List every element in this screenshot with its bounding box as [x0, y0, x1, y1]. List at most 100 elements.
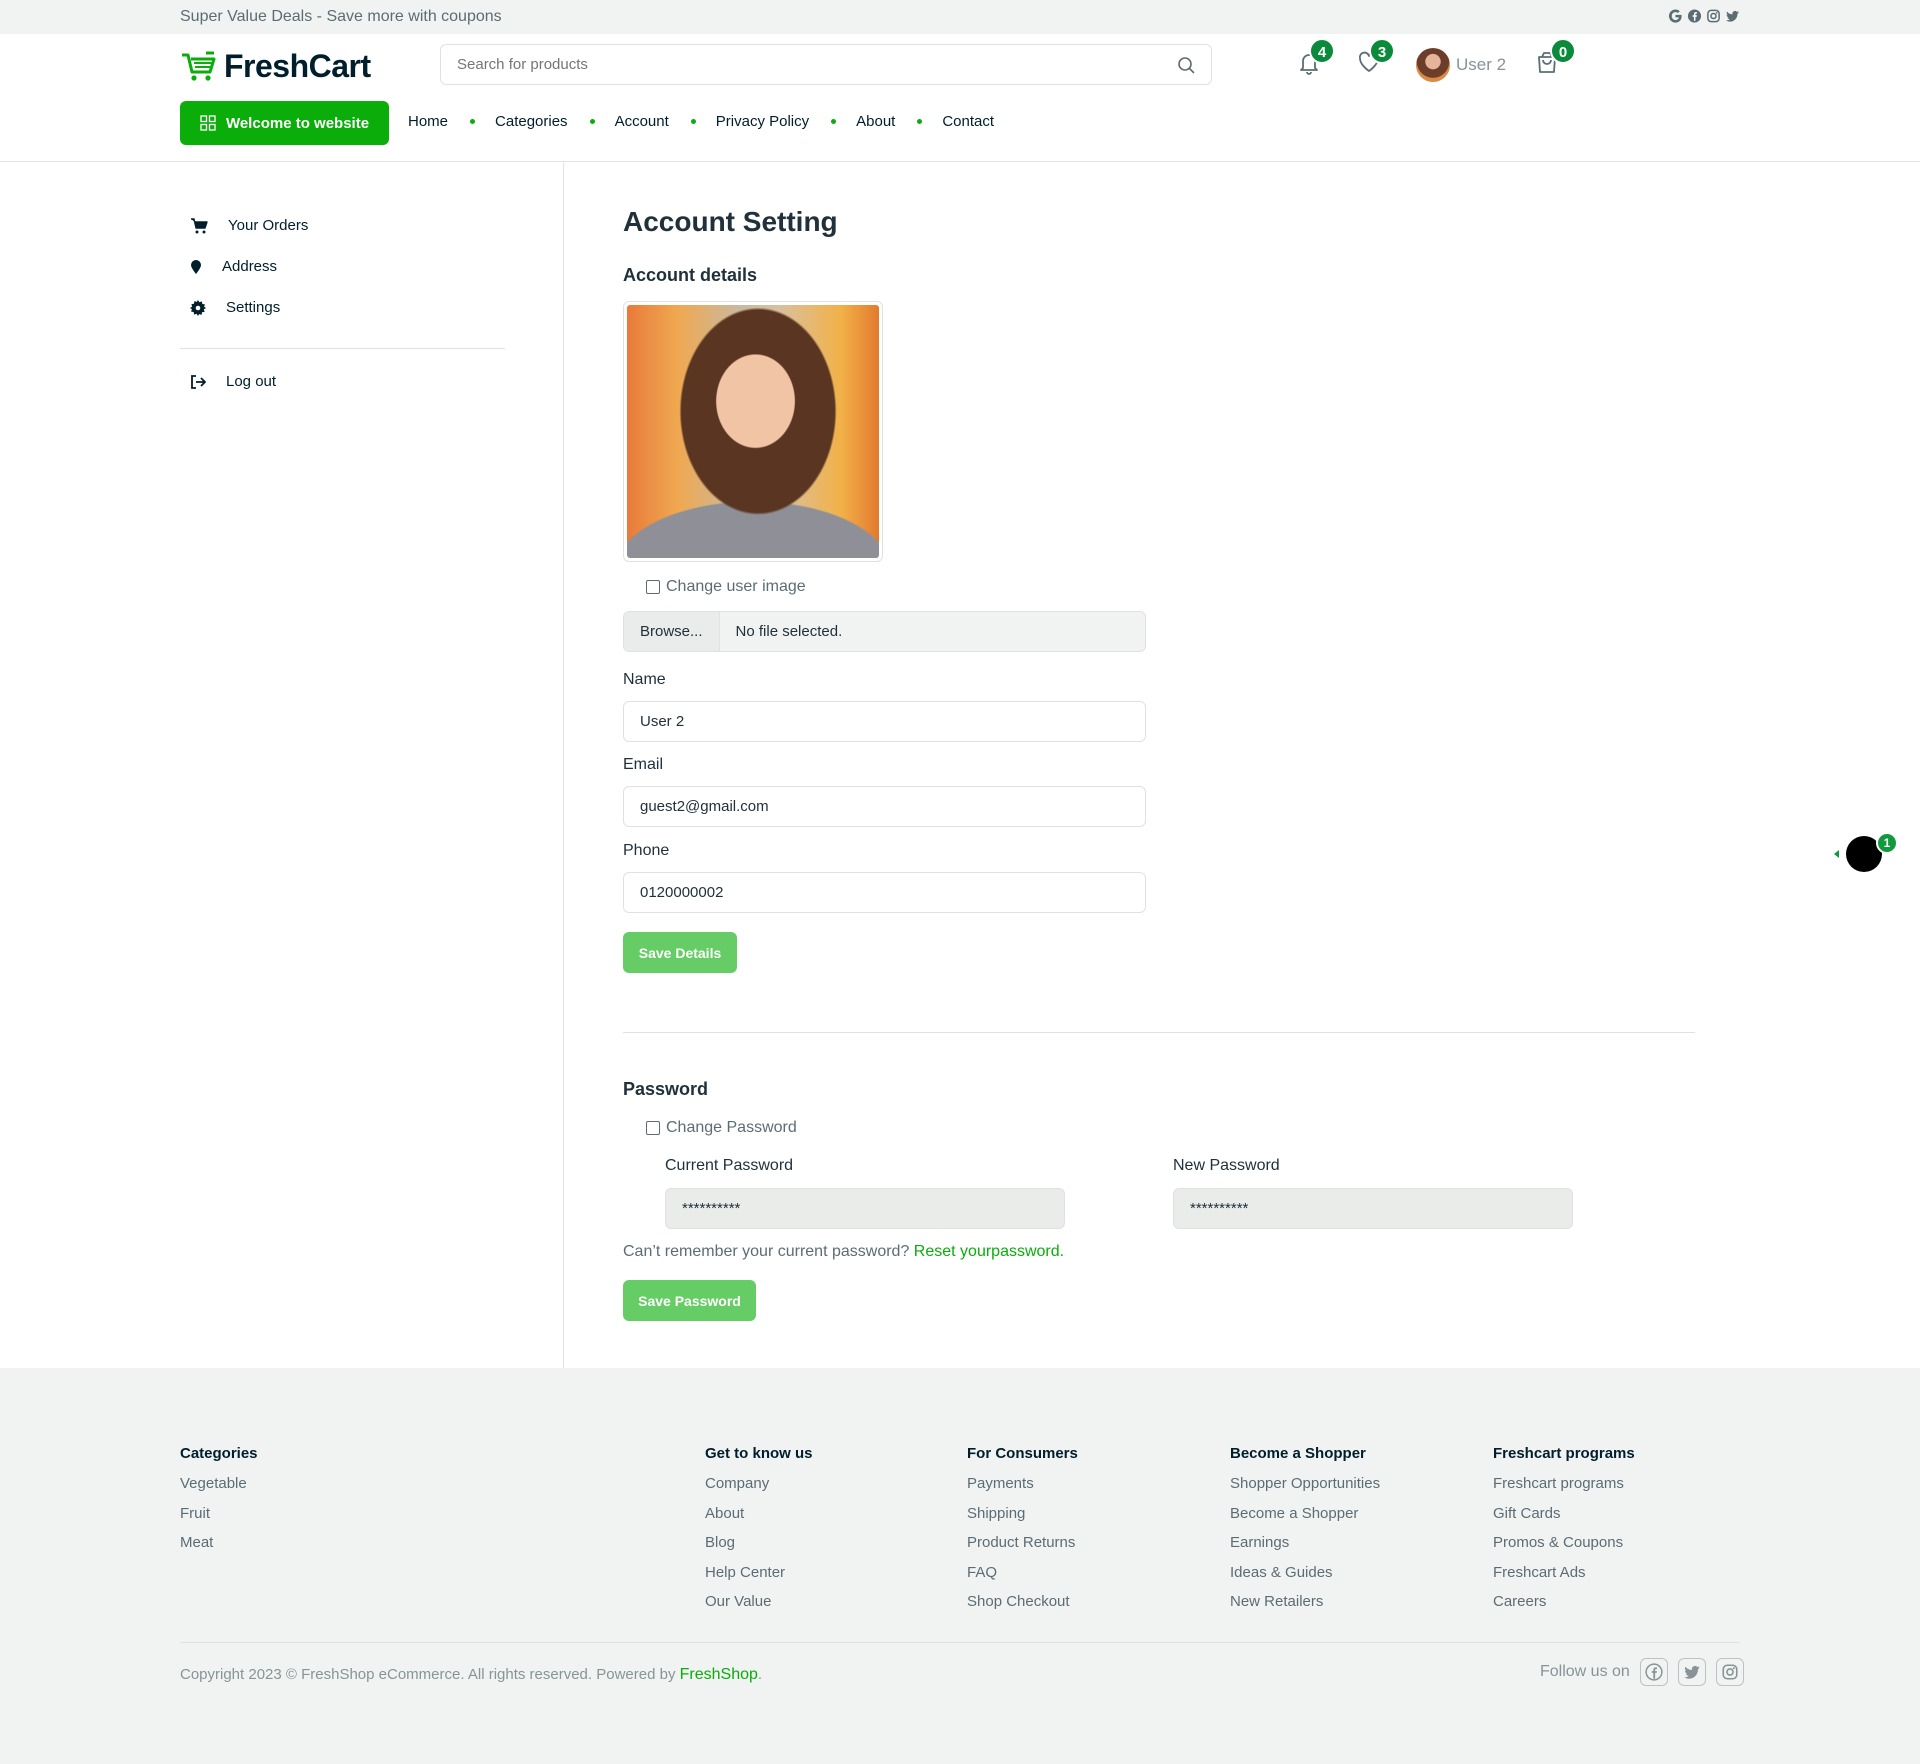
twitter-icon[interactable] [1725, 8, 1740, 24]
password-title: Password [623, 1079, 709, 1099]
facebook-icon[interactable] [1687, 8, 1702, 24]
nav-categories[interactable]: Categories [495, 113, 568, 130]
footer-heading: Become a Shopper [1230, 1445, 1366, 1462]
nav-separator-dot [917, 119, 923, 124]
footer-link[interactable]: Payments [967, 1475, 1078, 1505]
footer-link[interactable]: Blog [705, 1534, 813, 1564]
nav-contact[interactable]: Contact [942, 113, 994, 130]
footer-link[interactable]: Ideas & Guides [1230, 1564, 1380, 1594]
account-sidebar: Your Orders Address Settings Log out [0, 162, 564, 1368]
instagram-icon[interactable] [1706, 8, 1721, 24]
footer-link[interactable]: Shipping [967, 1505, 1078, 1535]
new-password-label: New Password [1173, 1157, 1280, 1174]
footer-link[interactable]: Freshcart programs [1493, 1475, 1635, 1505]
save-details-button[interactable]: Save Details [623, 932, 737, 973]
checkbox-box[interactable] [646, 1121, 660, 1135]
sidebar-item-address[interactable]: Address [190, 258, 277, 275]
sidebar-item-label: Log out [226, 373, 277, 390]
current-password-field[interactable]: ********** [665, 1188, 1065, 1229]
nav-privacy-policy[interactable]: Privacy Policy [716, 113, 809, 130]
sidebar-item-settings[interactable]: Settings [190, 299, 280, 316]
footer-link[interactable]: Careers [1493, 1593, 1635, 1623]
file-input[interactable]: Browse... No file selected. [623, 611, 1146, 652]
footer-link[interactable]: Vegetable [180, 1475, 258, 1505]
footer-link[interactable]: Gift Cards [1493, 1505, 1635, 1535]
name-field[interactable]: User 2 [623, 701, 1146, 742]
footer: Categories Vegetable Fruit Meat Get to k… [0, 1368, 1920, 1764]
footer-link[interactable]: Our Value [705, 1593, 813, 1623]
top-socials [1668, 8, 1740, 24]
name-label: Name [623, 671, 666, 688]
footer-link[interactable]: Meat [180, 1534, 258, 1564]
footer-divider [180, 1642, 1740, 1643]
user-menu[interactable]: User 2 [1416, 48, 1506, 82]
search-input[interactable] [457, 45, 1157, 84]
user-photo [623, 301, 883, 562]
footer-heading: For Consumers [967, 1445, 1078, 1462]
file-status: No file selected. [735, 623, 843, 640]
checkbox-box[interactable] [646, 580, 660, 594]
section-divider [623, 1032, 1695, 1033]
reset-password-link[interactable]: Reset yourpassword. [914, 1243, 1064, 1260]
footer-column-shopper: Become a Shopper Shopper Opportunities B… [1230, 1445, 1380, 1623]
cart-icon [191, 217, 208, 233]
notifications-badge: 4 [1309, 38, 1335, 64]
user-photo-image [627, 305, 879, 558]
footer-link[interactable]: Company [705, 1475, 813, 1505]
sidebar-item-logout[interactable]: Log out [190, 373, 276, 390]
footer-link[interactable]: Help Center [705, 1564, 813, 1594]
change-password-checkbox[interactable]: Change Password [646, 1119, 797, 1137]
footer-link[interactable]: Shop Checkout [967, 1593, 1078, 1623]
sidebar-item-orders[interactable]: Your Orders [190, 217, 308, 234]
instagram-icon[interactable] [1715, 1658, 1744, 1686]
phone-field[interactable]: 0120000002 [623, 872, 1146, 913]
main-nav: Home Categories Account Privacy Policy A… [408, 113, 994, 130]
twitter-icon[interactable] [1677, 1658, 1706, 1686]
nav-separator-dot [831, 119, 837, 124]
facebook-icon[interactable] [1639, 1658, 1668, 1686]
phone-label: Phone [623, 842, 670, 859]
google-icon[interactable] [1668, 8, 1683, 24]
notifications-button[interactable]: 4 [1297, 38, 1335, 81]
footer-link[interactable]: New Retailers [1230, 1593, 1380, 1623]
user-name: User 2 [1456, 55, 1507, 74]
browse-button[interactable]: Browse... [624, 612, 720, 651]
footer-link[interactable]: Become a Shopper [1230, 1505, 1380, 1535]
nav-separator-dot [690, 119, 696, 124]
nav-account[interactable]: Account [615, 113, 669, 130]
footer-link[interactable]: Shopper Opportunities [1230, 1475, 1380, 1505]
nav-separator-dot [470, 119, 476, 124]
logout-icon [191, 374, 206, 389]
change-image-checkbox[interactable]: Change user image [646, 578, 806, 596]
footer-link[interactable]: Freshcart Ads [1493, 1564, 1635, 1594]
chat-widget[interactable]: 1 [1834, 832, 1898, 872]
cart-button[interactable]: 0 [1536, 38, 1576, 79]
save-password-button[interactable]: Save Password [623, 1280, 756, 1321]
powered-by-link[interactable]: FreshShop [680, 1666, 758, 1683]
follow-label: Follow us on [1540, 1663, 1630, 1680]
new-password-field[interactable]: ********** [1173, 1188, 1573, 1229]
footer-heading: Categories [180, 1445, 258, 1462]
forgot-password-question: Can’t remember your current password? [623, 1243, 910, 1260]
logo[interactable]: FreshCart [180, 48, 371, 85]
nav-about[interactable]: About [856, 113, 895, 130]
footer-link[interactable]: Product Returns [967, 1534, 1078, 1564]
change-image-label: Change user image [666, 578, 806, 595]
footer-column-get-to-know: Get to know us Company About Blog Help C… [705, 1445, 813, 1623]
wishlist-button[interactable]: 3 [1357, 38, 1395, 79]
footer-link[interactable]: Promos & Coupons [1493, 1534, 1635, 1564]
gear-icon [190, 299, 206, 316]
footer-link[interactable]: Earnings [1230, 1534, 1380, 1564]
sidebar-item-label: Address [222, 258, 278, 275]
footer-link[interactable]: Fruit [180, 1505, 258, 1535]
welcome-button[interactable]: Welcome to website [180, 101, 389, 145]
footer-link[interactable]: FAQ [967, 1564, 1078, 1594]
cart-logo-icon [182, 51, 216, 81]
nav-separator-dot [589, 119, 595, 124]
search-icon[interactable] [1177, 56, 1195, 79]
map-pin-icon [191, 259, 201, 274]
footer-link[interactable]: About [705, 1505, 813, 1535]
email-field[interactable]: guest2@gmail.com [623, 786, 1146, 827]
copyright: Copyright 2023 © FreshShop eCommerce. Al… [180, 1666, 762, 1684]
nav-home[interactable]: Home [408, 113, 448, 130]
